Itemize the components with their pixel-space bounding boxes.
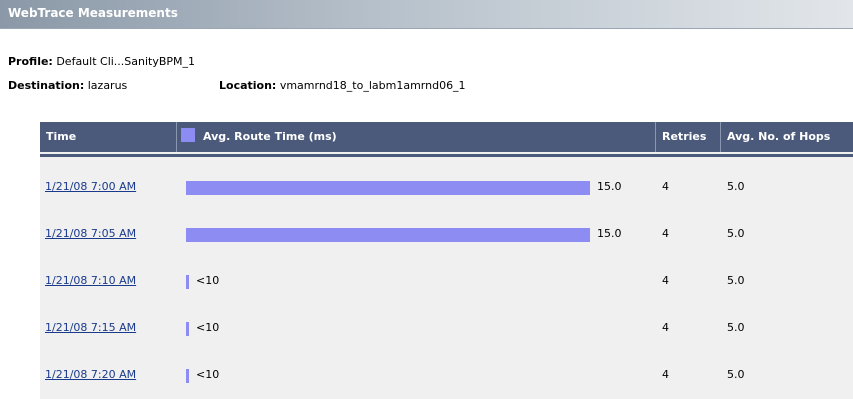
destination-info: Destination: lazarus — [8, 79, 127, 92]
time-link[interactable]: 1/21/08 7:10 AM — [45, 257, 136, 304]
avg-route-time-value: <10 — [196, 274, 220, 287]
avg-route-time-value: 15.0 — [597, 180, 622, 193]
avg-route-time-bar — [186, 369, 189, 383]
location-value: vmamrnd18_to_labm1amrnd06_1 — [279, 79, 466, 92]
avg-route-time-bar — [186, 322, 189, 336]
avg-hops-value: 5.0 — [727, 227, 745, 240]
avg-route-time-bar — [186, 228, 590, 242]
retries-value: 4 — [662, 321, 669, 334]
avg-route-time-value: 15.0 — [597, 227, 622, 240]
legend-swatch-icon — [181, 128, 195, 142]
location-label: Location: — [219, 79, 277, 92]
column-header-time[interactable]: Time — [40, 122, 176, 152]
time-link[interactable]: 1/21/08 7:05 AM — [45, 210, 136, 257]
retries-value: 4 — [662, 274, 669, 287]
avg-hops-value: 5.0 — [727, 180, 745, 193]
destination-label: Destination: — [8, 79, 85, 92]
avg-hops-value: 5.0 — [727, 321, 745, 334]
column-header-avg-route-time-label: Avg. Route Time (ms) — [203, 130, 337, 143]
time-link[interactable]: 1/21/08 7:20 AM — [45, 351, 136, 398]
avg-hops-value: 5.0 — [727, 274, 745, 287]
column-header-retries[interactable]: Retries — [655, 122, 720, 152]
retries-value: 4 — [662, 368, 669, 381]
table-row: 1/21/08 7:00 AM 15.0 4 5.0 — [40, 163, 853, 210]
retries-value: 4 — [662, 180, 669, 193]
profile-info: Profile: Default Cli...SanityBPM_1 — [8, 55, 195, 68]
avg-route-time-value: <10 — [196, 368, 220, 381]
avg-route-time-bar — [186, 181, 590, 195]
header-separator — [40, 154, 853, 157]
table-row: 1/21/08 7:10 AM <10 4 5.0 — [40, 257, 853, 304]
panel-title: WebTrace Measurements — [8, 6, 178, 20]
avg-route-time-bar — [186, 275, 189, 289]
table-row: 1/21/08 7:15 AM <10 4 5.0 — [40, 304, 853, 351]
panel-title-bar: WebTrace Measurements — [0, 0, 853, 29]
column-header-avg-hops[interactable]: Avg. No. of Hops — [720, 122, 853, 152]
profile-label: Profile: — [8, 55, 53, 68]
destination-value: lazarus — [87, 79, 128, 92]
avg-hops-value: 5.0 — [727, 368, 745, 381]
location-info: Location: vmamrnd18_to_labm1amrnd06_1 — [219, 79, 466, 92]
time-link[interactable]: 1/21/08 7:15 AM — [45, 304, 136, 351]
table-row: 1/21/08 7:20 AM <10 4 5.0 — [40, 351, 853, 398]
retries-value: 4 — [662, 227, 669, 240]
column-header-avg-route-time[interactable]: Avg. Route Time (ms) — [176, 122, 655, 152]
avg-route-time-value: <10 — [196, 321, 220, 334]
profile-value: Default Cli...SanityBPM_1 — [56, 55, 196, 68]
table-row: 1/21/08 7:05 AM 15.0 4 5.0 — [40, 210, 853, 257]
measurements-table: Time Avg. Route Time (ms) Retries Avg. N… — [40, 122, 853, 399]
time-link[interactable]: 1/21/08 7:00 AM — [45, 163, 136, 210]
table-header: Time Avg. Route Time (ms) Retries Avg. N… — [40, 122, 853, 152]
